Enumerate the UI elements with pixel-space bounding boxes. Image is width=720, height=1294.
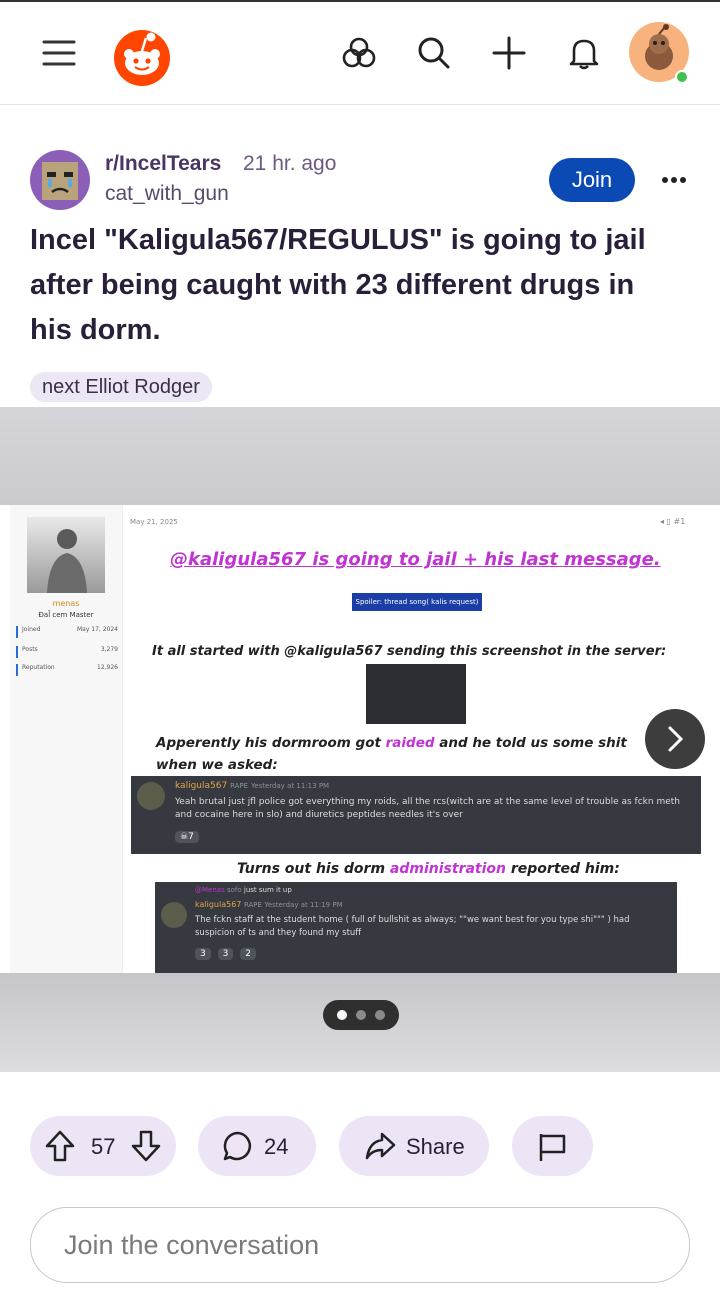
discord-avatar <box>137 782 165 810</box>
online-status-dot <box>675 70 689 84</box>
app-header <box>0 2 720 105</box>
post-flair[interactable]: next Elliot Rodger <box>30 372 212 402</box>
downvote-icon[interactable] <box>130 1129 162 1168</box>
comments-button[interactable]: 24 <box>198 1116 316 1176</box>
post-title[interactable]: Incel "Kaligula567/REGULUS" is going to … <box>30 218 670 353</box>
post-actions: 57 24 Share <box>0 1116 720 1176</box>
discord-message-text: The fckn staff at the student home ( ful… <box>195 915 630 938</box>
comment-count: 24 <box>264 1134 289 1159</box>
subreddit-avatar[interactable] <box>30 150 90 210</box>
discord-message-1: kaligula567 RAPE Yesterday at 11:13 PM Y… <box>131 776 701 854</box>
comment-input[interactable] <box>62 1228 626 1262</box>
subreddit-name[interactable]: r/IncelTears <box>105 152 221 176</box>
forum-user-sidebar: menas Ɖal̄ cem Master Joined May 17, 2024… <box>10 505 123 973</box>
share-button[interactable]: Share <box>339 1116 489 1176</box>
post-author[interactable]: cat_with_gun <box>105 182 229 206</box>
flag-icon <box>536 1131 568 1168</box>
stat-row: Joined May 17, 2024 <box>16 626 122 638</box>
embedded-screenshot <box>366 664 466 724</box>
reddit-logo-icon[interactable] <box>110 24 174 88</box>
discord-avatar <box>161 902 187 928</box>
forum-line-1: It all started with @kaligula567 sending… <box>152 644 667 659</box>
post-time: 21 hr. ago <box>243 152 337 175</box>
discord-message-2: @Menas sofo just sum it up kaligula567 R… <box>155 882 677 973</box>
vote-count: 57 <box>91 1134 116 1159</box>
plus-icon[interactable] <box>483 27 535 79</box>
bell-icon[interactable] <box>558 27 610 79</box>
forum-username: menas <box>52 599 80 608</box>
flag-button[interactable] <box>512 1116 593 1176</box>
forum-heading: @kaligula567 is going to jail + his last… <box>170 549 661 570</box>
gallery-image[interactable]: menas Ɖal̄ cem Master Joined May 17, 2024… <box>0 505 720 973</box>
forum-post-date: May 21, 2025 <box>130 518 178 526</box>
forum-user-role: Ɖal̄ cem Master <box>38 611 94 619</box>
pagination-dot[interactable] <box>356 1010 366 1020</box>
stat-row: Posts 3,279 <box>16 646 122 658</box>
spoiler-button: Spoiler: thread song( kalis request) <box>352 593 482 611</box>
upvote-icon[interactable] <box>44 1129 76 1168</box>
discord-message-text: Yeah brutal just jfl police got everythi… <box>175 797 680 820</box>
forum-line-3: Turns out his dorm administration report… <box>237 861 620 877</box>
gallery-pagination[interactable] <box>323 1000 399 1030</box>
post-header: r/IncelTears 21 hr. ago cat_with_gun Joi… <box>30 150 690 210</box>
join-button[interactable]: Join <box>549 158 635 202</box>
pagination-dot[interactable] <box>375 1010 385 1020</box>
forum-line-2: Apperently his dormroom got raided and h… <box>156 735 627 773</box>
search-icon[interactable] <box>408 27 460 79</box>
discord-reactions: 3 3 2 <box>195 948 260 960</box>
stat-row: Reputation 12,926 <box>16 664 122 676</box>
next-image-button[interactable] <box>645 709 705 769</box>
discord-reactions: ☠ 7 <box>175 831 203 843</box>
gallery-backdrop-top <box>0 407 720 505</box>
vote-pill: 57 <box>30 1116 176 1176</box>
image-gallery[interactable]: menas Ɖal̄ cem Master Joined May 17, 2024… <box>0 407 720 1072</box>
pagination-dot[interactable] <box>337 1010 347 1020</box>
hamburger-menu-icon[interactable] <box>33 27 85 79</box>
share-icon <box>364 1131 396 1166</box>
share-label: Share <box>406 1134 465 1159</box>
explore-icon[interactable] <box>333 27 385 79</box>
forum-user-photo <box>27 517 105 593</box>
comment-box[interactable] <box>30 1207 690 1283</box>
forum-share-icons: ◂ ▯ #1 <box>660 517 686 526</box>
comment-icon <box>222 1130 254 1167</box>
more-dots-icon[interactable] <box>654 164 694 196</box>
skull-reaction: ☠ 7 <box>175 831 199 843</box>
